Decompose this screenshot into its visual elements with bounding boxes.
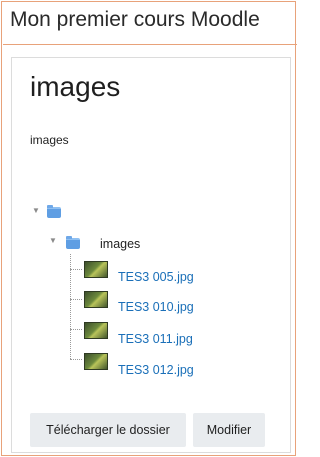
edit-button[interactable]: Modifier [193,413,265,447]
tree-connector-h1 [70,269,82,270]
file-link-tes3-011[interactable]: TES3 011.jpg [118,332,193,346]
folder-label: images [100,237,141,251]
folder-expand-triangle-icon[interactable]: ▼ [49,236,57,246]
tree-connector-h2 [70,299,82,300]
course-frame: Mon premier cours Moodle images images ▼… [1,1,297,456]
file-link-tes3-010[interactable]: TES3 010.jpg [118,300,194,314]
file-link-tes3-005[interactable]: TES3 005.jpg [118,270,194,284]
course-title[interactable]: Mon premier cours Moodle [10,8,260,32]
tree-connector-h4 [70,359,82,360]
tree-connector-h3 [70,329,82,330]
image-thumbnail-icon [84,261,108,278]
folder-icon [66,236,80,249]
title-divider [3,44,297,45]
root-expand-triangle-icon[interactable]: ▼ [32,206,40,216]
folder-tree: ▼ ▼ images TES3 005.jpg TES3 010.jpg TES… [12,58,290,452]
image-thumbnail-icon [84,291,108,308]
download-folder-button[interactable]: Télécharger le dossier [30,413,186,447]
image-thumbnail-icon [84,353,108,370]
image-thumbnail-icon [84,322,108,339]
folder-resource-card: images images ▼ ▼ images TES3 005.jpg TE… [11,57,291,453]
root-folder-icon [47,205,61,218]
file-link-tes3-012[interactable]: TES3 012.jpg [118,363,194,377]
